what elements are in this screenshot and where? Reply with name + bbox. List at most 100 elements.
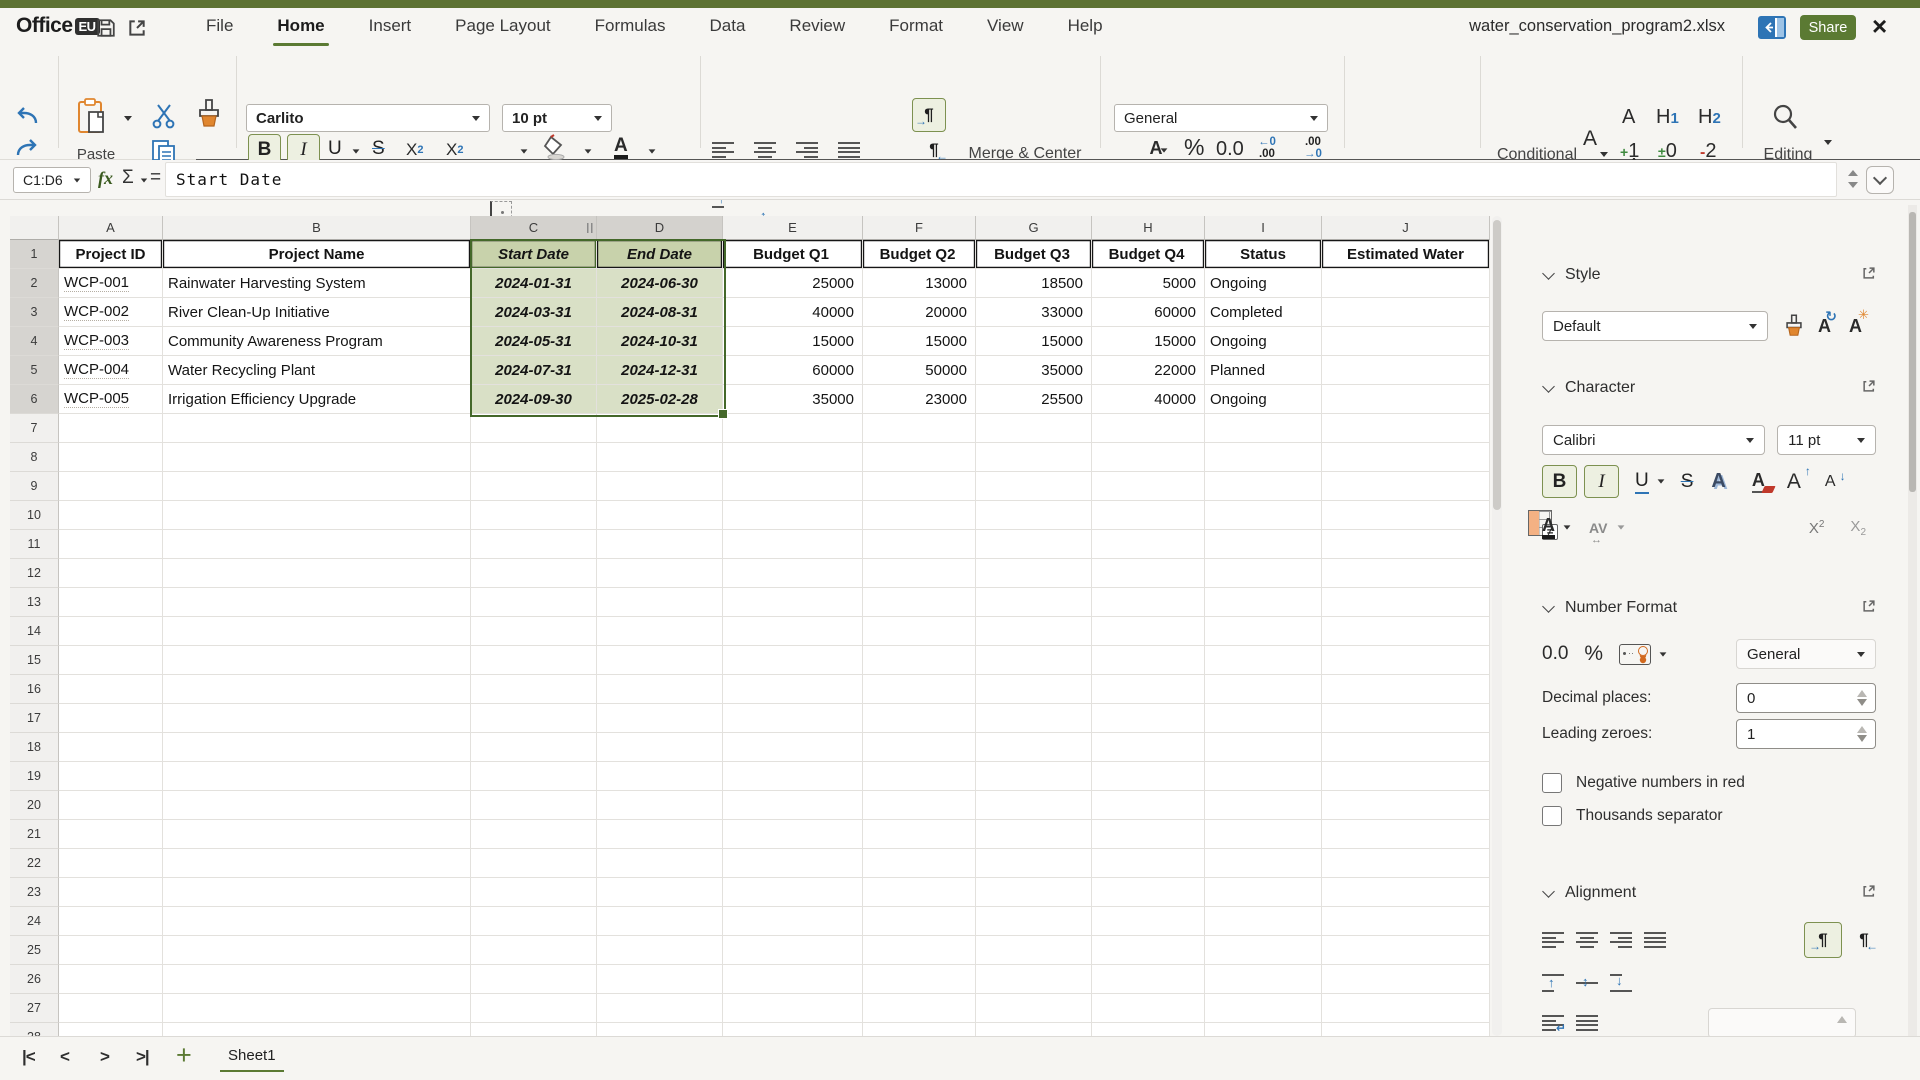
cell-J5[interactable]: [1322, 356, 1490, 385]
cell-C1[interactable]: Start Date: [471, 240, 597, 269]
row-header-4[interactable]: 4: [10, 327, 59, 356]
cell-B11[interactable]: [163, 530, 471, 559]
sidebar-bold-button[interactable]: B: [1542, 465, 1577, 498]
column-header-F[interactable]: F: [863, 216, 976, 240]
row-header-21[interactable]: 21: [10, 820, 59, 849]
cell-E24[interactable]: [723, 907, 863, 936]
update-style-icon[interactable]: A↻: [1818, 316, 1831, 337]
cell-C10[interactable]: [471, 501, 597, 530]
editing-caret[interactable]: [1824, 140, 1832, 145]
cell-E17[interactable]: [723, 704, 863, 733]
sidebar-justify-icon[interactable]: [1644, 932, 1666, 948]
cell-H21[interactable]: [1092, 820, 1205, 849]
close-icon[interactable]: ×: [1872, 12, 1887, 40]
menu-item-page-layout[interactable]: Page Layout: [439, 10, 566, 44]
cell-G26[interactable]: [976, 965, 1092, 994]
cell-A12[interactable]: [59, 559, 163, 588]
paste-dropdown-caret[interactable]: [124, 116, 132, 121]
row-header-9[interactable]: 9: [10, 472, 59, 501]
cell-B20[interactable]: [163, 791, 471, 820]
cell-E28[interactable]: [723, 1023, 863, 1036]
cell-I23[interactable]: [1205, 878, 1322, 907]
cell-J25[interactable]: [1322, 936, 1490, 965]
cell-A3[interactable]: WCP-002: [59, 298, 163, 327]
cell-B10[interactable]: [163, 501, 471, 530]
sidebar-ltr-button[interactable]: ¶: [1804, 922, 1842, 958]
cell-D9[interactable]: [597, 472, 723, 501]
new-style-icon[interactable]: A✳: [1849, 316, 1862, 337]
previous-sheet-icon[interactable]: <: [60, 1047, 69, 1067]
row-header-19[interactable]: 19: [10, 762, 59, 791]
cell-B2[interactable]: Rainwater Harvesting System: [163, 269, 471, 298]
shadow-button[interactable]: A: [1711, 470, 1725, 493]
sidebar-toggle-icon[interactable]: [1758, 16, 1786, 39]
cell-F25[interactable]: [863, 936, 976, 965]
align-right-icon[interactable]: [796, 142, 818, 158]
character-spacing-icon[interactable]: AV↔: [1589, 520, 1607, 536]
cell-C24[interactable]: [471, 907, 597, 936]
sum-icon[interactable]: Σ: [122, 167, 134, 189]
style-heading2-button[interactable]: H2: [1698, 106, 1721, 129]
cell-B8[interactable]: [163, 443, 471, 472]
cell-C25[interactable]: [471, 936, 597, 965]
cell-B23[interactable]: [163, 878, 471, 907]
row-header-10[interactable]: 10: [10, 501, 59, 530]
cell-E8[interactable]: [723, 443, 863, 472]
cell-F12[interactable]: [863, 559, 976, 588]
cell-I27[interactable]: [1205, 994, 1322, 1023]
cell-C3[interactable]: 2024-03-31: [471, 298, 597, 327]
cell-J15[interactable]: [1322, 646, 1490, 675]
cell-B13[interactable]: [163, 588, 471, 617]
sidebar-currency-icon[interactable]: [1619, 644, 1651, 665]
align-left-icon[interactable]: [712, 142, 734, 158]
stepper-up-icon[interactable]: [1837, 1016, 1847, 1023]
cell-J16[interactable]: [1322, 675, 1490, 704]
cell-A28[interactable]: [59, 1023, 163, 1036]
menu-item-home[interactable]: Home: [261, 10, 340, 44]
cell-G14[interactable]: [976, 617, 1092, 646]
cell-H14[interactable]: [1092, 617, 1205, 646]
expand-formula-bar-button[interactable]: [1866, 166, 1894, 194]
cell-H15[interactable]: [1092, 646, 1205, 675]
cell-E19[interactable]: [723, 762, 863, 791]
cell-B9[interactable]: [163, 472, 471, 501]
cell-F14[interactable]: [863, 617, 976, 646]
cell-E3[interactable]: 40000: [723, 298, 863, 327]
cell-H2[interactable]: 5000: [1092, 269, 1205, 298]
cell-G10[interactable]: [976, 501, 1092, 530]
font-size-select[interactable]: 10 pt: [502, 104, 612, 132]
sidebar-scrollbar-thumb[interactable]: [1909, 212, 1916, 492]
cell-G2[interactable]: 18500: [976, 269, 1092, 298]
cell-I2[interactable]: Ongoing: [1205, 269, 1322, 298]
cell-H18[interactable]: [1092, 733, 1205, 762]
cell-J8[interactable]: [1322, 443, 1490, 472]
cell-F6[interactable]: 23000: [863, 385, 976, 414]
sidebar-clear-formatting-icon[interactable]: A: [1752, 470, 1765, 493]
cell-I9[interactable]: [1205, 472, 1322, 501]
sidebar-strikethrough-button[interactable]: S: [1681, 471, 1694, 493]
cell-D18[interactable]: [597, 733, 723, 762]
cell-G13[interactable]: [976, 588, 1092, 617]
cell-E6[interactable]: 35000: [723, 385, 863, 414]
cell-D23[interactable]: [597, 878, 723, 907]
cell-G12[interactable]: [976, 559, 1092, 588]
cell-E9[interactable]: [723, 472, 863, 501]
cell-C21[interactable]: [471, 820, 597, 849]
cell-C19[interactable]: [471, 762, 597, 791]
strikethrough-button[interactable]: S: [372, 138, 385, 160]
cell-C27[interactable]: [471, 994, 597, 1023]
row-header-1[interactable]: 1: [10, 240, 59, 269]
sidebar-underline-caret[interactable]: [1657, 479, 1664, 483]
cell-E25[interactable]: [723, 936, 863, 965]
cell-D11[interactable]: [597, 530, 723, 559]
cell-I28[interactable]: [1205, 1023, 1322, 1036]
superscript-button[interactable]: X2: [446, 140, 463, 160]
cell-F9[interactable]: [863, 472, 976, 501]
cell-J2[interactable]: [1322, 269, 1490, 298]
cell-J19[interactable]: [1322, 762, 1490, 791]
cell-D2[interactable]: 2024-06-30: [597, 269, 723, 298]
cell-B21[interactable]: [163, 820, 471, 849]
cell-E11[interactable]: [723, 530, 863, 559]
cell-B25[interactable]: [163, 936, 471, 965]
cell-A9[interactable]: [59, 472, 163, 501]
